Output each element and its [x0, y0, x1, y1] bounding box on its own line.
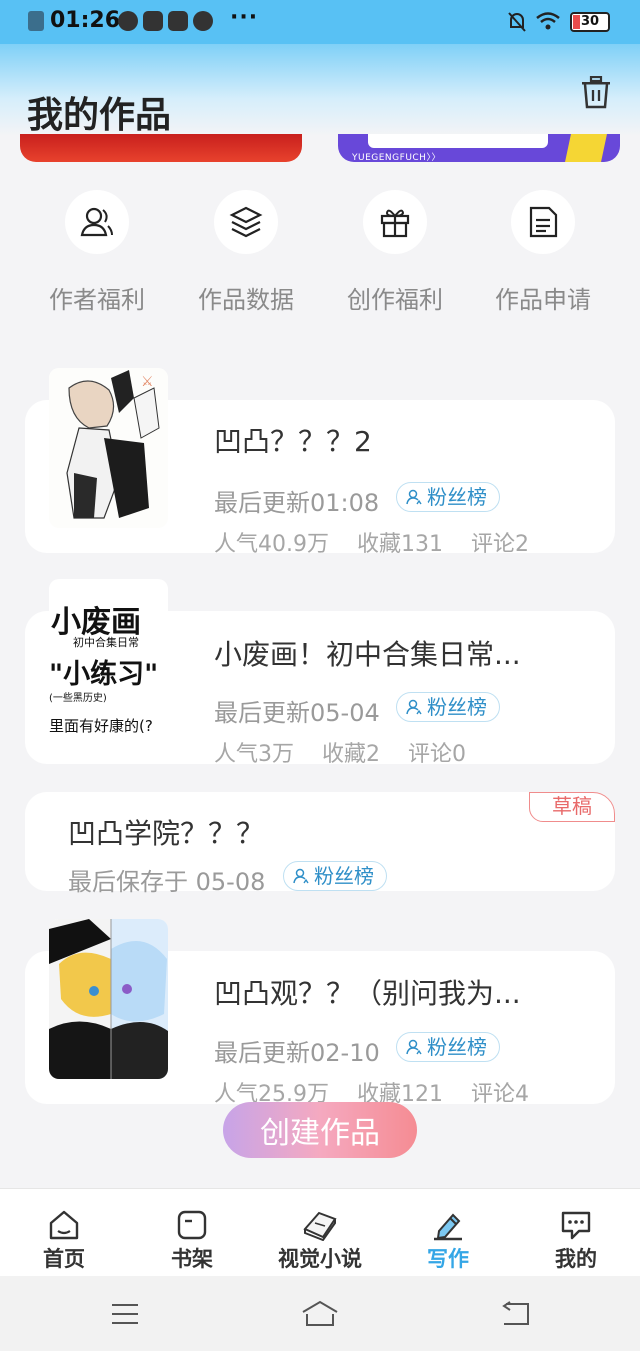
banner-decoration: [565, 134, 607, 162]
fan-icon: [193, 11, 213, 31]
work-updated: 最后更新01:08: [214, 489, 380, 517]
quick-action-label: 作者福利: [49, 286, 145, 314]
tab-home[interactable]: 首页: [0, 1189, 128, 1277]
quick-action-creation-benefits[interactable]: 创作福利: [320, 190, 470, 315]
trash-icon[interactable]: [580, 76, 612, 110]
pen-icon: [434, 1213, 462, 1241]
fan-ranking-badge[interactable]: 粉丝榜: [396, 692, 500, 722]
banner-logo: [368, 134, 548, 148]
bottom-tab-bar: 首页 书架 视觉小说 写作 我的: [0, 1188, 640, 1276]
work-cover[interactable]: [49, 919, 168, 1079]
fan-label: 粉丝榜: [427, 1035, 487, 1059]
promo-banner-left[interactable]: [20, 134, 302, 162]
gift-icon: [380, 209, 410, 238]
fan-label: 粉丝榜: [314, 864, 374, 888]
book-icon: [303, 1211, 337, 1241]
status-time: 01:26: [50, 8, 121, 33]
work-comments: 评论4: [471, 1082, 529, 1107]
system-nav-bar: [0, 1276, 640, 1351]
work-updated: 最后更新05-04: [214, 699, 380, 727]
mute-icon: [508, 12, 526, 32]
battery-indicator: 30: [570, 12, 610, 32]
home-icon: [49, 1210, 79, 1240]
play-icon: [168, 11, 188, 31]
tab-label: 视觉小说: [278, 1247, 362, 1271]
quick-action-circle: [363, 190, 427, 254]
quick-action-label: 创作福利: [347, 286, 443, 314]
create-work-button[interactable]: 创建作品: [223, 1102, 417, 1158]
draft-saved: 最后保存于 05-08: [68, 868, 266, 896]
work-stats: 人气40.9万 收藏131 评论2: [214, 526, 557, 558]
tab-mine[interactable]: 我的: [512, 1189, 640, 1277]
quick-action-label: 作品申请: [495, 286, 591, 314]
page-title: 我的作品: [27, 95, 172, 136]
menu-icon[interactable]: [110, 1302, 140, 1326]
tab-label: 我的: [555, 1247, 597, 1271]
work-popularity: 人气40.9万: [214, 532, 329, 557]
more-notifications: ···: [230, 5, 259, 30]
status-bar: 01:26 ··· 30: [0, 0, 640, 44]
quick-action-circle: [214, 190, 278, 254]
document-icon: [529, 206, 558, 238]
quick-action-author-benefits[interactable]: 作者福利: [22, 190, 172, 315]
work-stats: 人气3万 收藏2 评论0: [214, 736, 494, 768]
tab-label: 写作: [427, 1247, 469, 1271]
user-icon: [80, 207, 113, 237]
fan-icon: [293, 868, 309, 884]
fan-ranking-badge[interactable]: 粉丝榜: [396, 482, 500, 512]
quick-action-work-application[interactable]: 作品申请: [468, 190, 618, 315]
fan-label: 粉丝榜: [427, 485, 487, 509]
work-comments: 评论0: [408, 742, 466, 767]
home-nav-icon[interactable]: [300, 1300, 340, 1328]
tab-label: 书架: [171, 1247, 213, 1271]
fan-icon: [406, 1039, 422, 1055]
tab-visual-novel[interactable]: 视觉小说: [256, 1189, 384, 1277]
cover-art: [49, 919, 168, 1079]
tab-writing[interactable]: 写作: [384, 1189, 512, 1277]
cover-text-history: (一些黑历史): [49, 693, 107, 704]
work-favorites: 收藏131: [357, 532, 443, 557]
promo-banner-right[interactable]: YUEGENGFUCH〉〉: [338, 134, 620, 162]
quick-action-label: 作品数据: [198, 286, 294, 314]
draft-tag: 草稿: [529, 792, 615, 822]
fan-ranking-badge[interactable]: 粉丝榜: [396, 1032, 500, 1062]
cover-text-practice: "小练习": [49, 659, 159, 690]
fan-icon: [406, 489, 422, 505]
draft-title[interactable]: 凹凸学院？？？: [68, 812, 264, 852]
work-title[interactable]: 小废画！初中合集日常...: [214, 633, 521, 673]
work-cover[interactable]: ⚔: [49, 368, 168, 528]
cover-art: ⚔: [49, 368, 168, 528]
bookshelf-icon: [177, 1210, 207, 1240]
mail-icon: [143, 11, 163, 31]
back-icon[interactable]: [498, 1300, 532, 1328]
work-updated: 最后更新02-10: [214, 1039, 380, 1067]
cloud-icon: [118, 11, 138, 31]
svg-text:⚔: ⚔: [141, 374, 154, 390]
layers-icon: [229, 206, 263, 238]
cover-text-note: 里面有好康的(?: [49, 717, 153, 735]
tab-bookshelf[interactable]: 书架: [128, 1189, 256, 1277]
header: 我的作品: [0, 44, 640, 136]
notification-icon: [28, 11, 44, 31]
work-title[interactable]: 凹凸观？？（别问我为...: [214, 972, 521, 1012]
quick-action-work-data[interactable]: 作品数据: [171, 190, 321, 315]
fan-ranking-badge[interactable]: 粉丝榜: [283, 861, 387, 891]
work-cover[interactable]: 小废画 初中合集日常 "小练习" (一些黑历史) 里面有好康的(?: [49, 579, 168, 739]
work-title[interactable]: 凹凸？？？2: [214, 420, 372, 460]
fan-icon: [406, 699, 422, 715]
cover-text-sub: 初中合集日常: [73, 636, 139, 649]
wifi-icon: [536, 12, 560, 30]
chat-icon: [561, 1211, 591, 1240]
quick-action-circle: [65, 190, 129, 254]
work-favorites: 收藏2: [322, 742, 380, 767]
work-comments: 评论2: [471, 532, 529, 557]
banner-text: YUEGENGFUCH〉〉: [352, 153, 441, 162]
tab-label: 首页: [43, 1247, 85, 1271]
work-popularity: 人气3万: [214, 742, 294, 767]
quick-action-circle: [511, 190, 575, 254]
fan-label: 粉丝榜: [427, 695, 487, 719]
